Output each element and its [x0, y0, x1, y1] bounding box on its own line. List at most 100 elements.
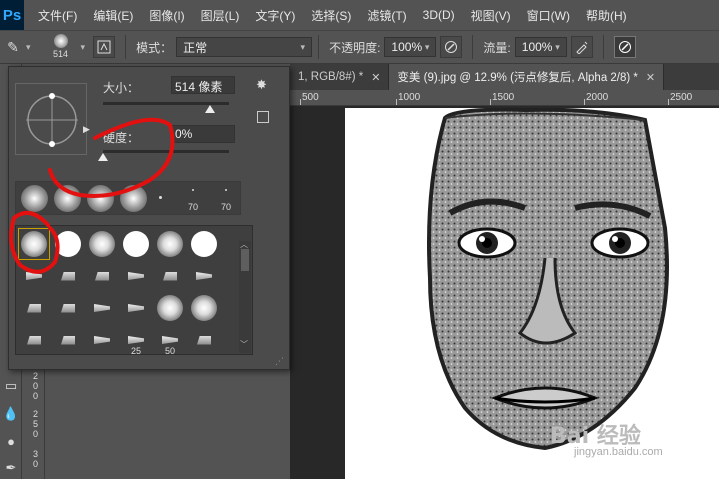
brush-tip-icon — [94, 336, 110, 344]
brush-tool-icon[interactable]: ✎ — [0, 39, 26, 56]
airbrush-button[interactable] — [570, 36, 593, 58]
menu-filter[interactable]: 滤镜(T) — [367, 7, 406, 24]
brush-preset-tip[interactable] — [188, 324, 220, 354]
menu-type[interactable]: 文字(Y) — [255, 7, 295, 24]
brush-tip-icon — [61, 303, 75, 313]
recent-brush-tiny[interactable] — [192, 189, 194, 191]
document-tab-active[interactable]: 变美 (9).jpg @ 12.9% (污点修复后, Alpha 2/8) * … — [389, 64, 665, 90]
recent-brush-soft[interactable] — [87, 185, 114, 212]
brush-preset-tip[interactable] — [18, 324, 50, 354]
brush-preset-tip[interactable] — [86, 324, 118, 354]
brush-preset-picker[interactable]: 514 — [45, 32, 81, 62]
recent-brush-tiny[interactable] — [225, 189, 227, 191]
brush-preset-tip[interactable] — [120, 260, 152, 292]
brush-angle-widget[interactable]: ▶ — [15, 83, 90, 155]
photoshop-window: Ps 文件(F) 编辑(E) 图像(I) 图层(L) 文字(Y) 选择(S) 滤… — [0, 0, 719, 479]
brush-preset-tip[interactable]: 50 — [154, 324, 186, 354]
close-icon[interactable]: ✕ — [646, 71, 655, 84]
menu-help[interactable]: 帮助(H) — [586, 7, 627, 24]
menu-bar: Ps 文件(F) 编辑(E) 图像(I) 图层(L) 文字(Y) 选择(S) 滤… — [0, 0, 719, 30]
tab-title: 变美 (9).jpg @ 12.9% (污点修复后, Alpha 2/8) * — [397, 72, 638, 84]
ruler-tick — [300, 99, 301, 105]
chevron-down-icon: ▾ — [555, 41, 560, 52]
chevron-down-icon[interactable]: ﹀ — [240, 339, 248, 350]
brush-preset-tip[interactable] — [188, 260, 220, 292]
recent-brush-soft[interactable] — [21, 185, 48, 212]
vertical-ruler: 2 0 0 2 5 0 3 0 — [30, 370, 45, 479]
flow-field[interactable]: 100% ▾ — [514, 37, 567, 57]
new-preset-icon[interactable] — [257, 111, 269, 123]
document-tab[interactable]: 1, RGB/8#) * ✕ — [290, 64, 390, 90]
menu-window[interactable]: 窗口(W) — [527, 7, 570, 24]
pressure-size-button[interactable] — [613, 36, 636, 58]
brush-preset-soft-round[interactable] — [18, 228, 50, 260]
hardness-slider-handle[interactable] — [98, 153, 108, 161]
hardness-input[interactable]: 0% — [171, 125, 235, 143]
brush-preset-tip[interactable] — [18, 260, 50, 292]
tab-title: 1, RGB/8#) * — [298, 71, 364, 83]
close-icon[interactable]: ✕ — [371, 71, 380, 84]
document-image[interactable] — [345, 108, 719, 479]
brush-preset-soft-round[interactable] — [154, 292, 186, 324]
chevron-down-icon: ▾ — [424, 41, 430, 52]
brush-preset-tip[interactable] — [86, 260, 118, 292]
airbrush-icon — [576, 41, 588, 54]
brush-preset-hard-round[interactable] — [120, 228, 152, 260]
hardness-slider[interactable] — [103, 150, 229, 153]
divider — [125, 35, 127, 59]
soft-round-brush-icon — [157, 231, 183, 257]
brush-preset-hard-round[interactable] — [52, 228, 84, 260]
menu-file[interactable]: 文件(F) — [38, 7, 77, 24]
recent-brush-tiny[interactable] — [159, 196, 162, 199]
brush-preset-soft-round[interactable] — [188, 292, 220, 324]
menu-3d[interactable]: 3D(D) — [423, 8, 455, 22]
pen-tool-icon[interactable]: ✒ — [2, 460, 20, 478]
pressure-opacity-button[interactable] — [440, 36, 463, 58]
opacity-value: 100% — [391, 40, 423, 54]
ruler-label: 2500 — [670, 92, 693, 103]
brush-picker-caret-icon[interactable]: ▾ — [81, 42, 86, 53]
face-sketch-image — [345, 108, 719, 479]
brush-preset-tip[interactable] — [52, 324, 84, 354]
mode-label: 模式： — [136, 40, 173, 55]
brush-preset-tip[interactable]: 25 — [120, 324, 152, 354]
menu-image[interactable]: 图像(I) — [149, 7, 184, 24]
ruler-label: 1000 — [398, 92, 421, 103]
dodge-tool-icon[interactable]: ● — [2, 434, 20, 452]
brush-tip-icon — [162, 336, 178, 344]
scrollbar-thumb[interactable] — [241, 249, 249, 271]
menu-layer[interactable]: 图层(L) — [201, 7, 240, 24]
brush-preset-tip[interactable] — [52, 292, 84, 324]
ruler-tick — [584, 99, 585, 105]
recent-brush-soft[interactable] — [54, 185, 81, 212]
brush-preset-soft-round[interactable] — [154, 228, 186, 260]
brush-size-readout: 514 — [53, 49, 69, 59]
recent-brush-soft[interactable] — [120, 185, 147, 212]
brush-tip-icon — [26, 272, 42, 280]
brush-preset-tip[interactable] — [18, 292, 50, 324]
brush-preset-tip[interactable] — [52, 260, 84, 292]
flow-value: 100% — [521, 40, 553, 54]
ruler-tick — [396, 99, 397, 105]
brush-grid-scrollbar[interactable]: ︿ ﹀ — [239, 240, 251, 353]
mode-dropdown[interactable]: 正常 ▾ — [176, 37, 313, 57]
tool-preset-caret-icon[interactable]: ▾ — [26, 42, 31, 53]
menu-select[interactable]: 选择(S) — [311, 7, 351, 24]
gear-icon[interactable]: ✸ — [256, 77, 267, 93]
opacity-field[interactable]: 100% ▾ — [384, 37, 437, 57]
divider — [602, 35, 604, 59]
brush-preset-hard-round[interactable] — [188, 228, 220, 260]
brush-preset-tip[interactable] — [120, 292, 152, 324]
resize-grip-icon[interactable]: ⋰ — [275, 356, 284, 367]
brush-preset-tip[interactable] — [154, 260, 186, 292]
brush-preset-soft-round[interactable] — [86, 228, 118, 260]
blur-tool-icon[interactable]: 💧 — [2, 406, 20, 424]
brush-panel-toggle-button[interactable] — [93, 36, 116, 58]
size-slider-handle[interactable] — [205, 105, 216, 113]
menu-view[interactable]: 视图(V) — [471, 7, 511, 24]
rectangle-tool-icon[interactable]: ▭ — [2, 378, 20, 396]
hard-round-brush-icon — [55, 231, 81, 257]
size-input[interactable]: 514 像素 — [171, 76, 235, 94]
menu-edit[interactable]: 编辑(E) — [93, 7, 133, 24]
brush-preset-tip[interactable] — [86, 292, 118, 324]
